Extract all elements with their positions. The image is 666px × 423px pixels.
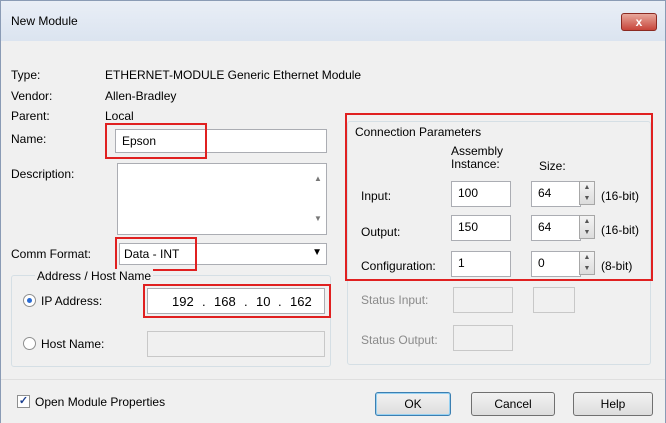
ip-address-radio[interactable] [23, 294, 36, 307]
output-size-value[interactable]: 64 [538, 220, 551, 234]
ip-address-label: IP Address: [41, 294, 103, 308]
input-label: Input: [361, 189, 392, 203]
configuration-unit: (8-bit) [601, 259, 633, 273]
spin-up-icon[interactable]: ▲ [580, 182, 594, 193]
help-button[interactable]: Help [573, 392, 653, 416]
title-bar: New Module x [1, 1, 665, 41]
connection-group-label: Connection Parameters [355, 125, 482, 139]
spin-down-icon[interactable]: ▼ [580, 193, 594, 204]
input-size-value[interactable]: 64 [538, 186, 551, 200]
configuration-instance-value[interactable]: 1 [458, 256, 465, 270]
input-instance-value[interactable]: 100 [458, 186, 478, 200]
status-input-size-field[interactable] [533, 287, 575, 313]
configuration-size-spinner[interactable]: ▲ ▼ [579, 251, 595, 275]
new-module-dialog: New Module x Type: ETHERNET-MODULE Gener… [0, 0, 666, 423]
input-size-field[interactable]: 64 [531, 181, 581, 207]
input-unit: (16-bit) [601, 189, 640, 203]
output-size-spinner[interactable]: ▲ ▼ [579, 215, 595, 239]
status-input-field[interactable] [453, 287, 513, 313]
host-name-radio[interactable] [23, 337, 36, 350]
description-label: Description: [11, 167, 75, 181]
output-unit: (16-bit) [601, 223, 640, 237]
ip-address-highlight [143, 284, 331, 318]
close-button[interactable]: x [621, 13, 657, 31]
dialog-footer: ✓ Open Module Properties OK Cancel Help [1, 379, 665, 423]
parent-value: Local [105, 109, 134, 123]
dialog-content: Type: ETHERNET-MODULE Generic Ethernet M… [9, 41, 657, 376]
close-icon[interactable]: x [636, 15, 643, 29]
ok-button[interactable]: OK [375, 392, 451, 416]
comm-format-highlight [115, 237, 197, 271]
spin-up-icon[interactable]: ▲ [580, 252, 594, 263]
output-instance-field[interactable]: 150 [451, 215, 511, 241]
output-label: Output: [361, 225, 401, 239]
configuration-instance-field[interactable]: 1 [451, 251, 511, 277]
parent-label: Parent: [11, 109, 50, 123]
spin-down-icon[interactable]: ▼ [580, 263, 594, 274]
host-name-field[interactable] [147, 331, 325, 357]
vendor-label: Vendor: [11, 89, 53, 103]
scroll-up-icon[interactable]: ▲ [312, 174, 324, 183]
name-label: Name: [11, 132, 47, 146]
input-instance-field[interactable]: 100 [451, 181, 511, 207]
chevron-down-icon[interactable]: ▼ [312, 247, 322, 258]
spin-down-icon[interactable]: ▼ [580, 227, 594, 238]
cancel-button[interactable]: Cancel [471, 392, 555, 416]
host-name-label: Host Name: [41, 337, 105, 351]
assembly-instance-header: Assembly Instance: [451, 144, 504, 171]
address-group-label: Address / Host Name [35, 269, 154, 283]
comm-format-label: Comm Format: [11, 247, 92, 261]
name-highlight [105, 123, 207, 159]
type-value: ETHERNET-MODULE Generic Ethernet Module [105, 68, 362, 82]
spin-up-icon[interactable]: ▲ [580, 216, 594, 227]
status-input-label: Status Input: [361, 293, 429, 307]
output-instance-value[interactable]: 150 [458, 220, 478, 234]
open-module-properties-label: Open Module Properties [35, 395, 166, 409]
configuration-size-value[interactable]: 0 [538, 256, 545, 270]
size-header: Size: [539, 159, 566, 173]
window-title: New Module [11, 14, 78, 28]
input-size-spinner[interactable]: ▲ ▼ [579, 181, 595, 205]
status-output-label: Status Output: [361, 333, 438, 347]
configuration-size-field[interactable]: 0 [531, 251, 581, 277]
output-size-field[interactable]: 64 [531, 215, 581, 241]
scroll-down-icon[interactable]: ▼ [312, 214, 324, 223]
open-module-properties-checkbox[interactable]: ✓ [17, 395, 30, 408]
configuration-label: Configuration: [361, 259, 436, 273]
type-label: Type: [11, 68, 41, 82]
status-output-field[interactable] [453, 325, 513, 351]
description-field[interactable]: ▲ ▼ [117, 163, 327, 235]
vendor-value: Allen-Bradley [105, 89, 177, 103]
